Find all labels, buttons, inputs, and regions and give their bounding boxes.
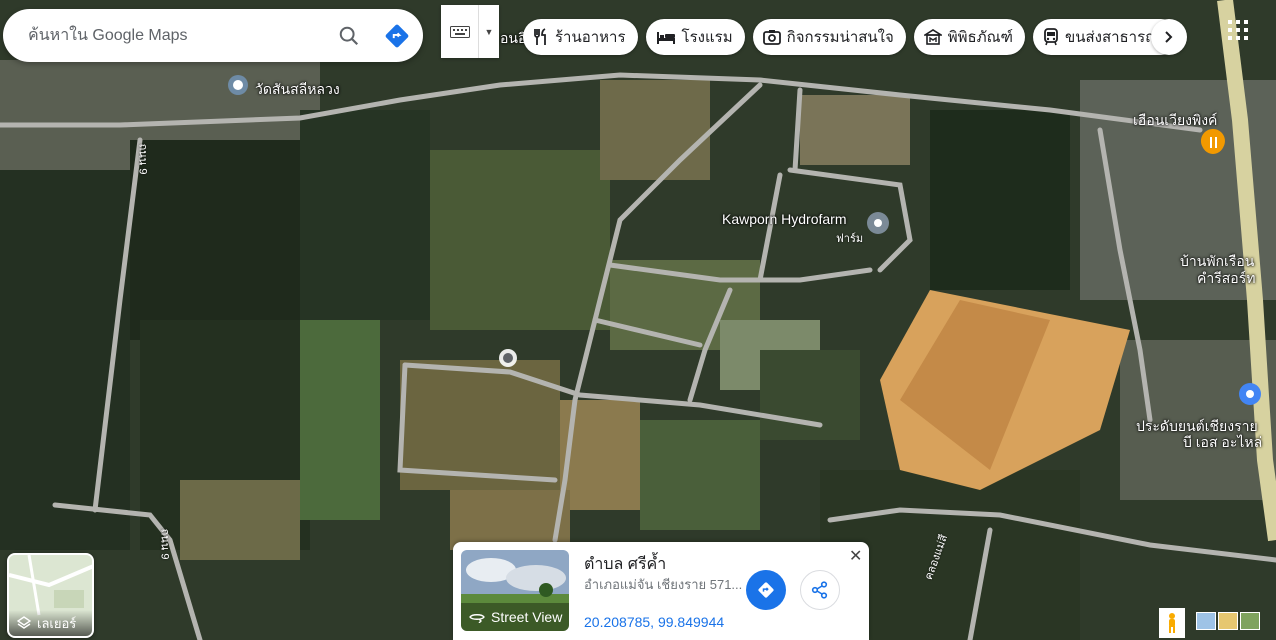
guesthouse-label-2[interactable]: คำรีสอร์ท (1197, 268, 1255, 290)
search-input[interactable]: ค้นหาใน Google Maps (28, 23, 327, 48)
layers-label-row: เลเยอร์ (9, 610, 92, 636)
street-view-row: Street View (461, 603, 569, 631)
place-coordinates[interactable]: 20.208785, 99.849944 (584, 614, 724, 630)
place-address: อำเภอแม่จัน เชียงราย 571... (584, 577, 743, 592)
category-chips: ร้านอาหาร โรงแรม กิจกรรมน่าสนใจ พิพิธภัณ… (523, 19, 1180, 55)
search-icon[interactable] (327, 14, 371, 58)
layers-icon (17, 616, 31, 629)
dropped-pin (499, 349, 517, 367)
road-label: ถนน 9 (136, 143, 149, 175)
chip-museums[interactable]: พิพิธภัณฑ์ (913, 19, 1025, 55)
chip-things-to-do[interactable]: กิจกรรมน่าสนใจ (752, 19, 906, 55)
apps-grid-icon[interactable] (1228, 20, 1248, 45)
museum-icon (923, 29, 942, 45)
chip-label: พิพิธภัณฑ์ (947, 29, 1013, 46)
street-view-label: Street View (491, 609, 563, 625)
street-view-icon (469, 614, 485, 623)
close-icon[interactable]: ✕ (849, 546, 862, 566)
chip-restaurants[interactable]: ร้านอาหาร (523, 19, 638, 55)
chips-next-button[interactable] (1151, 19, 1187, 55)
chip-label: กิจกรรมน่าสนใจ (786, 29, 894, 46)
farm-label[interactable]: Kawporn Hydrofarm (722, 211, 847, 227)
input-tools[interactable]: ▼ (441, 5, 499, 58)
layers-label: เลเยอร์ (37, 615, 77, 631)
chevron-down-icon[interactable]: ▼ (479, 27, 499, 37)
directions-button[interactable] (746, 570, 786, 610)
share-button[interactable] (800, 570, 840, 610)
directions-icon[interactable] (375, 14, 419, 58)
restaurant-label[interactable]: เฮือนเวียงพิงค์ (1133, 110, 1217, 132)
road-label-2: ถนน 9 (158, 528, 171, 560)
layers-button[interactable]: เลเยอร์ (7, 553, 94, 638)
search-box[interactable]: ค้นหาใน Google Maps (3, 9, 423, 62)
temple-marker (228, 75, 248, 95)
farm-marker (867, 212, 889, 234)
street-view-thumbnail[interactable]: Street View (461, 550, 569, 631)
chevron-right-icon (1165, 31, 1173, 43)
directions-icon (758, 582, 774, 598)
share-icon (811, 581, 828, 599)
map-type-thumbnails[interactable] (1196, 612, 1260, 630)
map-thumb-3[interactable] (1240, 612, 1260, 630)
chip-hotels[interactable]: โรงแรม (645, 19, 745, 55)
map-thumb-2[interactable] (1218, 612, 1238, 630)
bed-icon (656, 32, 675, 44)
fork-knife-icon (534, 28, 546, 45)
car-shop-label-2[interactable]: บี เอส อะไหล่ (1183, 432, 1262, 454)
farm-type-label: ฟาร์ม (836, 233, 864, 245)
car-shop-marker (1239, 383, 1261, 405)
transit-icon (1044, 28, 1058, 46)
temple-label[interactable]: วัดสันสลีหลวง (255, 79, 340, 101)
pegman-icon[interactable] (1159, 608, 1185, 638)
keyboard-icon[interactable] (441, 5, 479, 58)
map-thumb-1[interactable] (1196, 612, 1216, 630)
chip-label: ร้านอาหาร (555, 29, 626, 46)
chip-label: โรงแรม (681, 29, 733, 46)
camera-icon (762, 30, 781, 45)
place-info-card: Street View ตำบล ศรีค้ำ อำเภอแม่จัน เชีย… (453, 542, 869, 640)
